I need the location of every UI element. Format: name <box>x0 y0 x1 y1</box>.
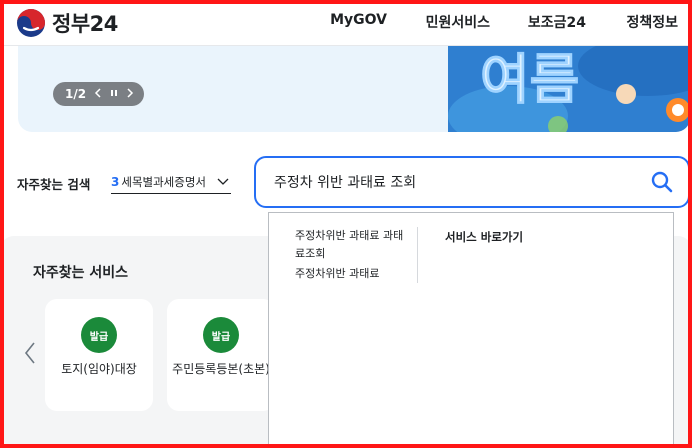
faq-rank-number: 3 <box>111 174 120 189</box>
section-title: 자주찾는 서비스 <box>33 265 129 281</box>
service-card[interactable]: 발급 주민등록등본(초본) <box>167 299 275 411</box>
site-logo[interactable]: 정부24 <box>16 8 118 38</box>
nav-civil-services[interactable]: 민원서비스 <box>426 12 490 32</box>
prev-slide-button[interactable] <box>94 87 102 101</box>
search-box <box>254 156 690 208</box>
service-card-title: 토지(임야)대장 <box>61 362 137 376</box>
nav-subsidy24[interactable]: 보조금24 <box>528 12 586 32</box>
service-shortcut-title: 서비스 바로가기 <box>445 230 524 244</box>
svg-text:여름: 여름 <box>480 48 579 111</box>
nav-policy-info[interactable]: 정책정보 <box>626 12 678 32</box>
search-icon <box>651 171 673 193</box>
next-slide-button[interactable] <box>126 87 134 101</box>
summer-banner-illustration: 여름 <box>448 46 690 132</box>
logo-text: 정부24 <box>52 12 118 36</box>
chevron-right-icon <box>127 88 134 98</box>
issue-badge: 발급 <box>203 317 239 353</box>
banner-pager: 1/2 <box>53 82 144 106</box>
search-autocomplete-dropdown: 주정차위반 과태료 과태료조회 주정차위반 과태료 서비스 바로가기 <box>268 212 674 446</box>
site-header: 정부24 MyGOV 민원서비스 보조금24 정책정보 <box>0 0 692 46</box>
main-banner[interactable]: 여름 1/2 <box>18 46 690 132</box>
issue-badge: 발급 <box>81 317 117 353</box>
faq-search-label: 자주찾는 검색 <box>17 177 91 192</box>
pager-count: 1/2 <box>65 87 87 101</box>
search-input[interactable] <box>274 170 624 194</box>
faq-search-select[interactable]: 3 세목별과세증명서 <box>111 170 231 194</box>
chevron-left-icon[interactable] <box>22 340 38 366</box>
dropdown-divider <box>417 227 418 283</box>
pause-slide-button[interactable] <box>110 87 118 101</box>
service-card-title: 주민등록등본(초본) <box>172 362 270 376</box>
chevron-left-icon <box>95 88 101 98</box>
service-card[interactable]: 발급 토지(임야)대장 <box>45 299 153 411</box>
suggestion-item[interactable]: 주정차위반 과태료 과태료조회 <box>295 227 407 263</box>
chevron-down-icon <box>217 178 229 185</box>
suggestion-item[interactable]: 주정차위반 과태료 <box>295 265 407 283</box>
search-button[interactable] <box>650 170 674 194</box>
nav-mygov[interactable]: MyGOV <box>330 12 387 28</box>
faq-selected-term: 세목별과세증명서 <box>121 174 206 189</box>
search-area: 자주찾는 검색 3 세목별과세증명서 <box>0 150 692 210</box>
taegeuk-logo-icon <box>17 9 45 37</box>
pause-icon <box>111 90 118 96</box>
